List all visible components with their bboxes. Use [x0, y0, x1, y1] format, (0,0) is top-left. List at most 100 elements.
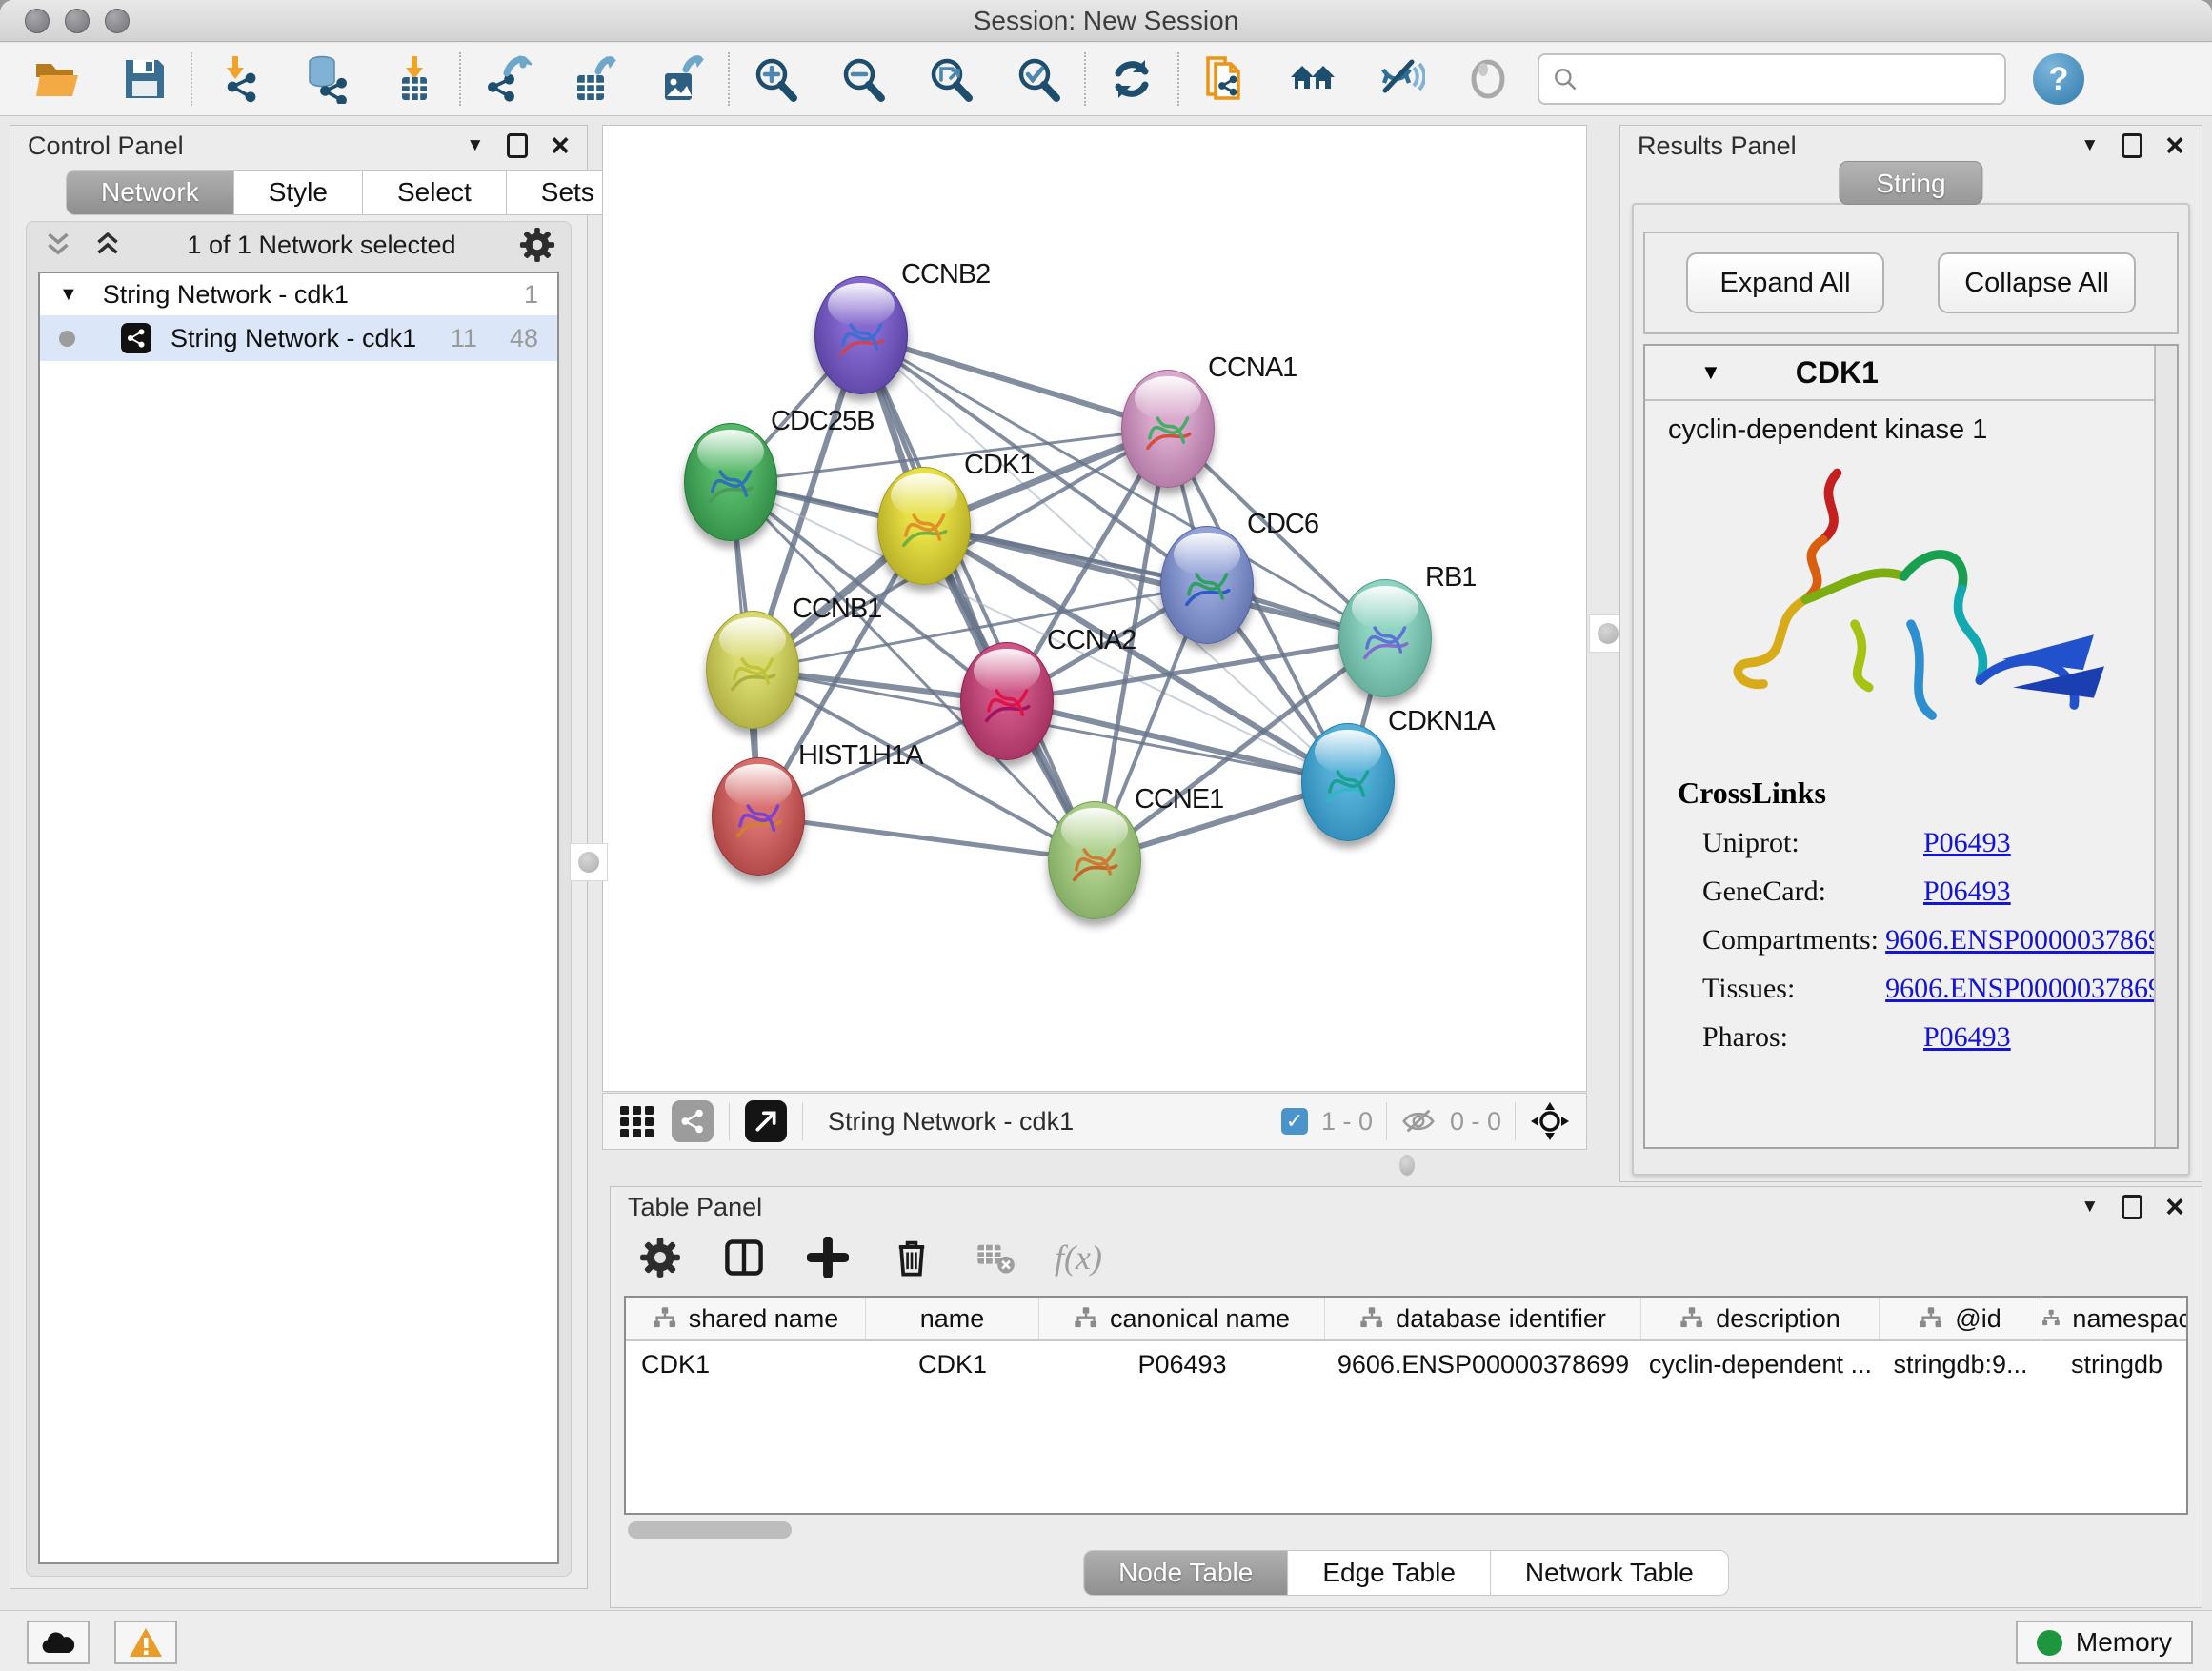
panel-menu-icon[interactable]: ▼ [2081, 1197, 2099, 1218]
delete-table-icon[interactable] [971, 1233, 1020, 1282]
zoom-selected-icon[interactable] [1014, 54, 1063, 104]
fit-selected-crosshair-icon[interactable] [1529, 1100, 1571, 1142]
float-panel-icon[interactable] [2122, 1195, 2142, 1219]
delete-column-icon[interactable] [887, 1233, 936, 1282]
cell-canonical-name[interactable]: P06493 [1039, 1341, 1325, 1387]
node-table[interactable]: shared namenamecanonical namedatabase id… [624, 1296, 2188, 1515]
import-network-icon[interactable] [213, 54, 263, 104]
preview-eye-icon[interactable] [1463, 54, 1513, 104]
cell-database-identifier[interactable]: 9606.ENSP00000378699 [1325, 1341, 1641, 1387]
node-ccna1[interactable] [1121, 370, 1215, 488]
maximize-window-button[interactable] [105, 9, 130, 33]
selected-checkbox-icon[interactable]: ✓ [1281, 1108, 1308, 1135]
tab-network[interactable]: Network [66, 170, 234, 215]
refresh-icon[interactable] [1107, 54, 1156, 104]
close-window-button[interactable] [25, 9, 50, 33]
left-splitter-handle[interactable] [570, 843, 608, 881]
warnings-button[interactable] [114, 1621, 177, 1664]
home-icon[interactable] [1288, 54, 1337, 104]
network-row[interactable]: String Network - cdk1 11 48 [40, 315, 557, 361]
column-header-canonical-name[interactable]: canonical name [1039, 1298, 1325, 1339]
node-cdc6[interactable] [1160, 526, 1254, 644]
column-header-shared-name[interactable]: shared name [626, 1298, 866, 1339]
column-header--id[interactable]: @id [1880, 1298, 2041, 1339]
share-document-icon[interactable] [1200, 54, 1250, 104]
expand-all-button[interactable]: Expand All [1686, 252, 1884, 313]
close-panel-icon[interactable]: × [2165, 1195, 2184, 1219]
help-button[interactable]: ? [2033, 53, 2084, 105]
tab-edge-table[interactable]: Edge Table [1288, 1550, 1491, 1596]
column-header-database-identifier[interactable]: database identifier [1325, 1298, 1641, 1339]
expand-all-icon[interactable] [42, 231, 74, 259]
node-rb1[interactable] [1338, 579, 1432, 697]
zoom-fit-icon[interactable] [926, 54, 975, 104]
memory-button[interactable]: Memory [2016, 1621, 2193, 1664]
open-session-icon[interactable] [32, 54, 82, 104]
import-network-database-icon[interactable] [301, 54, 351, 104]
float-panel-icon[interactable] [507, 133, 528, 158]
cell-name[interactable]: CDK1 [866, 1341, 1039, 1387]
network-collection-row[interactable]: ▼ String Network - cdk1 1 [40, 273, 557, 315]
open-in-new-window-icon[interactable] [745, 1100, 787, 1142]
edge-ccnb2-ccne1[interactable] [861, 335, 1095, 860]
results-scrollbar[interactable] [2154, 346, 2177, 1147]
collapse-all-icon[interactable] [91, 231, 124, 259]
node-cdkn1a[interactable] [1301, 723, 1395, 841]
panel-menu-icon[interactable]: ▼ [466, 135, 484, 156]
entry-collapse-icon[interactable]: ▼ [1700, 360, 1721, 385]
add-column-icon[interactable] [803, 1233, 853, 1282]
node-cdk1[interactable] [877, 467, 971, 585]
birds-eye-grid-icon[interactable] [618, 1102, 656, 1140]
close-panel-icon[interactable]: × [2165, 133, 2184, 158]
cell-description[interactable]: cyclin-dependent ... [1641, 1341, 1880, 1387]
cell-namespac[interactable]: stringdb [2041, 1341, 2188, 1387]
crosslink-tissues--link[interactable]: 9606.ENSP00000378699 [1885, 973, 2177, 1005]
tab-string[interactable]: String [1839, 161, 1982, 205]
panel-menu-icon[interactable]: ▼ [2081, 135, 2099, 156]
tab-network-table[interactable]: Network Table [1491, 1550, 1729, 1596]
hide-glasses-icon[interactable] [1376, 54, 1425, 104]
edge-cdk1-rb1[interactable] [924, 526, 1385, 638]
table-row[interactable]: CDK1CDK1P064939606.ENSP00000378699cyclin… [626, 1341, 2186, 1387]
node-ccnb1[interactable] [706, 611, 799, 729]
collapse-all-button[interactable]: Collapse All [1938, 252, 2136, 313]
hidden-eye-icon[interactable] [1400, 1105, 1437, 1137]
column-header-description[interactable]: description [1641, 1298, 1880, 1339]
network-options-gear-icon[interactable] [519, 227, 555, 263]
search-input[interactable] [1587, 65, 1991, 94]
export-table-icon[interactable] [570, 54, 619, 104]
cloud-status-button[interactable] [27, 1621, 90, 1664]
tab-select[interactable]: Select [363, 170, 507, 215]
float-panel-icon[interactable] [2122, 133, 2142, 158]
collapse-triangle-icon[interactable]: ▼ [59, 284, 78, 306]
horizontal-splitter-handle[interactable] [1391, 1155, 1423, 1176]
crosslink-pharos--link[interactable]: P06493 [1923, 1021, 2011, 1054]
table-options-gear-icon[interactable] [635, 1233, 685, 1282]
node-ccne1[interactable] [1048, 801, 1141, 919]
column-header-namespac[interactable]: namespac [2041, 1298, 2188, 1339]
export-image-icon[interactable] [657, 54, 707, 104]
close-panel-icon[interactable]: × [551, 133, 570, 158]
function-builder-icon[interactable]: f(x) [1055, 1238, 1102, 1278]
tab-node-table[interactable]: Node Table [1083, 1550, 1288, 1596]
node-hist1h1a[interactable] [712, 757, 805, 876]
zoom-out-icon[interactable] [838, 54, 888, 104]
string-view-icon[interactable] [672, 1100, 714, 1142]
export-network-icon[interactable] [482, 54, 532, 104]
column-header-name[interactable]: name [866, 1298, 1039, 1339]
cell-shared-name[interactable]: CDK1 [626, 1341, 866, 1387]
zoom-in-icon[interactable] [751, 54, 800, 104]
table-hscrollbar[interactable] [628, 1521, 792, 1539]
search-field[interactable] [1538, 53, 2006, 105]
show-columns-icon[interactable] [719, 1233, 769, 1282]
network-canvas[interactable]: CCNB2CCNA1CDC25BCDK1CDC6RB1CCNB1CCNA2CDK… [602, 125, 1587, 1092]
node-ccnb2[interactable] [814, 276, 908, 394]
node-cdc25b[interactable] [684, 423, 777, 541]
minimize-window-button[interactable] [65, 9, 90, 33]
crosslink-genecard--link[interactable]: P06493 [1923, 876, 2011, 908]
crosslink-compartments--link[interactable]: 9606.ENSP00000378699 [1885, 924, 2177, 956]
edge-hist1h1a-ccne1[interactable] [758, 816, 1095, 860]
node-ccna2[interactable] [960, 642, 1054, 760]
crosslink-uniprot--link[interactable]: P06493 [1923, 827, 2011, 859]
cell--id[interactable]: stringdb:9... [1880, 1341, 2041, 1387]
